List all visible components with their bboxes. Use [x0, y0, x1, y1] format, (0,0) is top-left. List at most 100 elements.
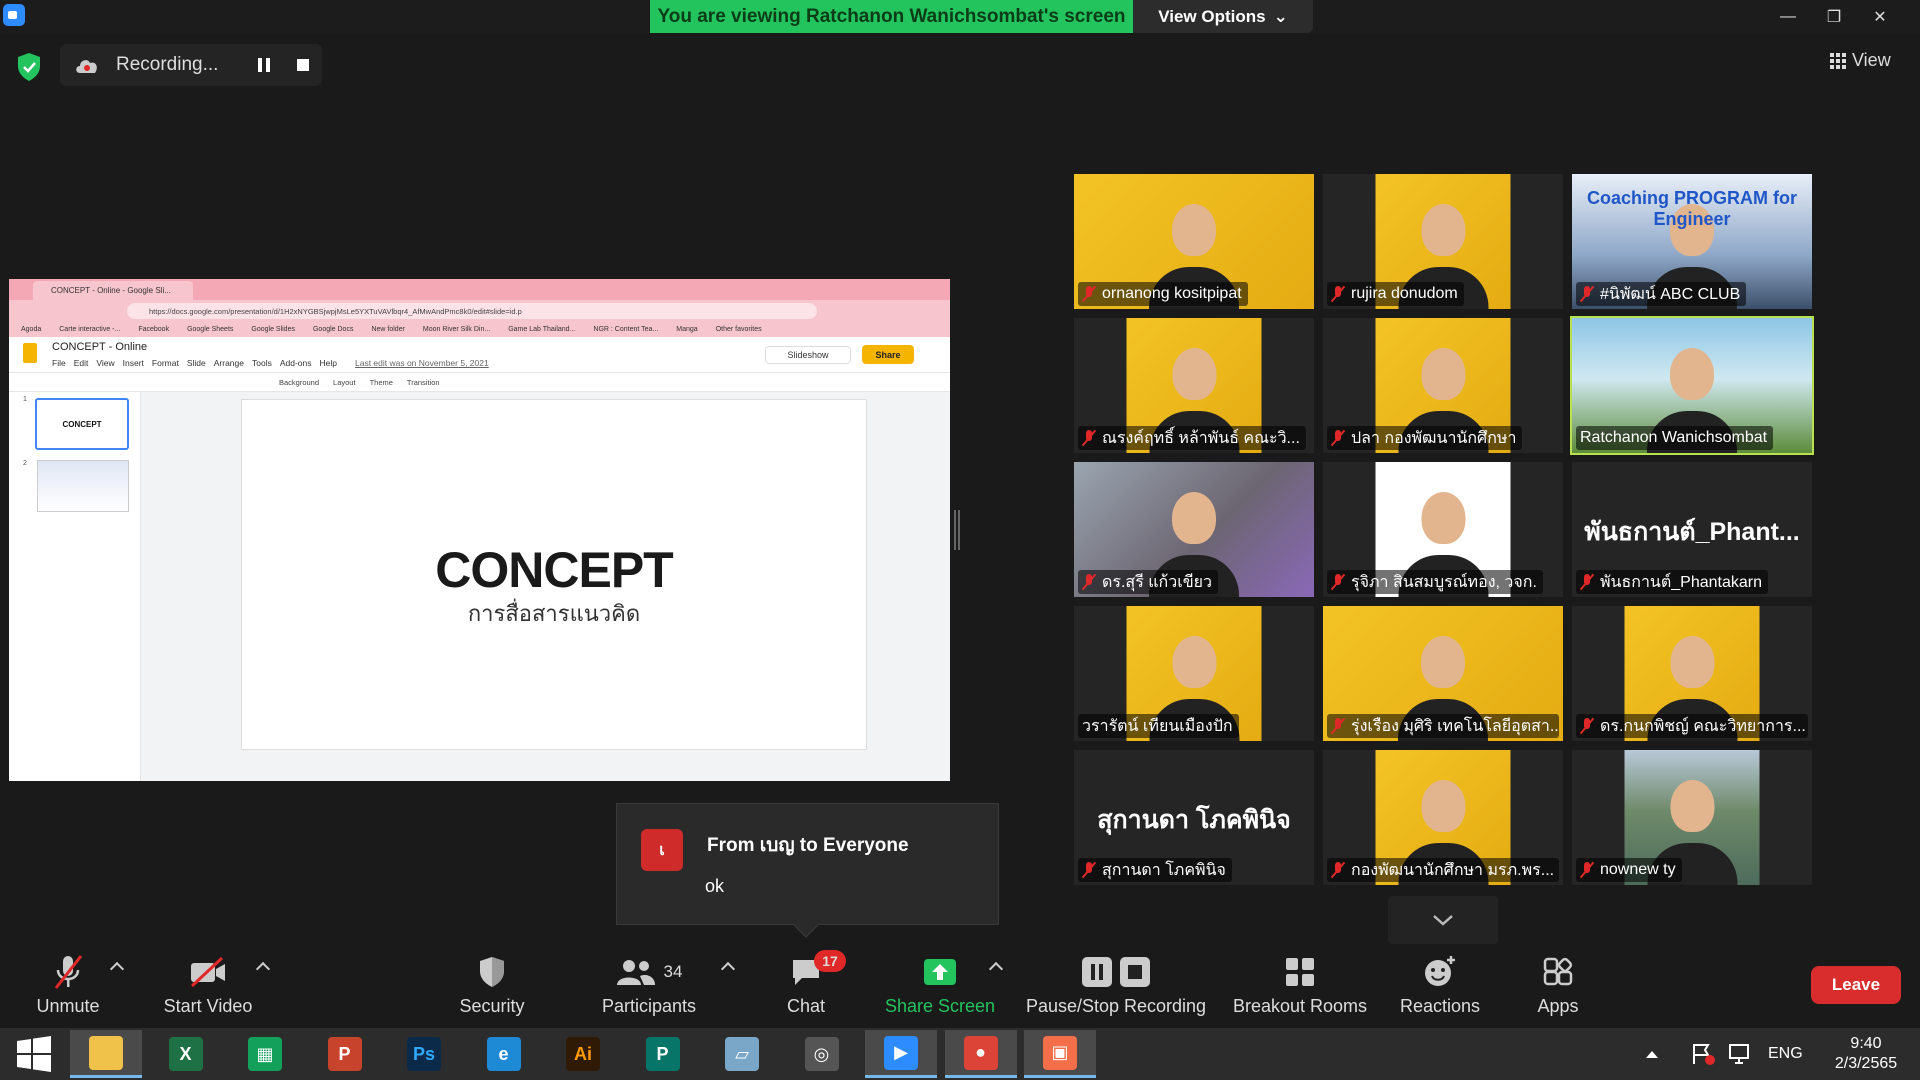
bookmark-item[interactable]: Manga	[676, 326, 697, 333]
menu-item[interactable]: Slide	[187, 358, 206, 368]
participants-button[interactable]: 34 Participants	[594, 952, 704, 1022]
menu-item[interactable]: Format	[152, 358, 179, 368]
video-overlay-text: Coaching PROGRAM for Engineer	[1587, 188, 1797, 229]
bookmark-item[interactable]: New folder	[371, 326, 404, 333]
slide-thumbnail-1[interactable]: CONCEPT	[35, 398, 129, 450]
audio-options-caret[interactable]	[109, 961, 125, 977]
menu-item[interactable]: Arrange	[214, 358, 244, 368]
encryption-shield-icon[interactable]	[16, 52, 42, 82]
taskbar-app-zoom[interactable]: ▶	[865, 1030, 937, 1078]
close-button[interactable]: ✕	[1857, 0, 1903, 33]
current-slide[interactable]: CONCEPT การสื่อสารแนวคิด	[241, 399, 867, 750]
bookmark-item[interactable]: Google Docs	[313, 326, 353, 333]
network-icon[interactable]	[1728, 1028, 1752, 1080]
unmute-button[interactable]: Unmute	[28, 952, 108, 1022]
bookmark-item[interactable]: Google Sheets	[187, 326, 233, 333]
participant-tile[interactable]: รุจิภา สินสมบูรณ์ทอง, วจก.	[1323, 462, 1563, 597]
chat-button[interactable]: 17 Chat	[776, 950, 846, 1022]
slide-thumbnail-2[interactable]	[37, 460, 129, 512]
muted-mic-icon	[1331, 573, 1345, 591]
bookmark-item[interactable]: Facebook	[138, 326, 169, 333]
address-field[interactable]: https://docs.google.com/presentation/d/1…	[127, 303, 817, 319]
participant-tile[interactable]: ปลา กองพัฒนานักศึกษา	[1323, 318, 1563, 453]
muted-mic-icon	[1331, 285, 1345, 303]
reactions-button[interactable]: Reactions	[1390, 952, 1490, 1022]
action-center-flag-icon[interactable]	[1690, 1028, 1716, 1080]
participant-tile[interactable]: rujira donudom	[1323, 174, 1563, 309]
participant-tile[interactable]: กองพัฒนานักศึกษา มรภ.พร...	[1323, 750, 1563, 885]
menu-item[interactable]: Help	[320, 358, 337, 368]
doc-title[interactable]: CONCEPT - Online	[52, 341, 147, 353]
taskbar-app-internet-explorer[interactable]: e	[468, 1030, 540, 1078]
menu-item[interactable]: Edit	[74, 358, 89, 368]
bookmark-item[interactable]: NGR : Content Tea...	[593, 326, 658, 333]
chat-notification[interactable]: เ From เบญ to Everyone ok	[616, 803, 999, 938]
taskbar-app-powerpoint[interactable]: P	[309, 1030, 381, 1078]
start-button[interactable]	[0, 1030, 68, 1078]
restore-button[interactable]: ❐	[1811, 0, 1857, 33]
view-layout-button[interactable]: View	[1830, 50, 1891, 71]
bookmark-item[interactable]: Google Slides	[251, 326, 295, 333]
view-options-button[interactable]: View Options ⌄	[1133, 0, 1313, 33]
slides-toolbar-item[interactable]: Background	[279, 378, 319, 387]
pause-recording-button[interactable]	[258, 58, 272, 72]
participant-tile[interactable]: รุ่งเรือง มุศิริ เทคโนโลยีอุตสา...	[1323, 606, 1563, 741]
slides-toolbar-item[interactable]: Theme	[370, 378, 393, 387]
slideshow-button[interactable]: Slideshow	[765, 346, 851, 364]
bookmark-item[interactable]: Moon River Silk Din...	[423, 326, 490, 333]
slides-toolbar-item[interactable]: Transition	[407, 378, 440, 387]
start-video-button[interactable]: Start Video	[158, 952, 258, 1022]
menu-item[interactable]: Insert	[123, 358, 144, 368]
participant-tile[interactable]: Coaching PROGRAM for Engineer #นิพัฒน์ AB…	[1572, 174, 1812, 309]
taskbar-app-photoshop[interactable]: Ps	[388, 1030, 460, 1078]
slides-toolbar-item[interactable]: Layout	[333, 378, 356, 387]
taskbar-app-chrome[interactable]: ●	[944, 1030, 1017, 1078]
participant-tile[interactable]: สุกานดา โภคพินิจ สุกานดา โภคพินิจ	[1074, 750, 1314, 885]
menu-item[interactable]: Tools	[252, 358, 272, 368]
shared-screen[interactable]: CONCEPT - Online - Google Sli... https:/…	[9, 279, 950, 781]
participant-tile[interactable]: ornanong kositpipat	[1074, 174, 1314, 309]
participant-tile[interactable]: ดร.สุรี แก้วเขียว	[1074, 462, 1314, 597]
share-screen-button[interactable]: Share Screen	[880, 952, 1000, 1022]
participant-tile[interactable]: nownew ty	[1572, 750, 1812, 885]
security-button[interactable]: Security	[452, 952, 532, 1022]
pause-stop-recording-button[interactable]: Pause/Stop Recording	[1024, 952, 1208, 1022]
participant-tile[interactable]: Ratchanon Wanichsombat	[1570, 316, 1814, 455]
participant-tile[interactable]: พันธกานต์_Phant... พันธกานต์_Phantakarn	[1572, 462, 1812, 597]
stop-recording-button[interactable]	[297, 59, 309, 71]
participants-options-caret[interactable]	[720, 961, 736, 977]
menu-item[interactable]: View	[96, 358, 114, 368]
apps-button[interactable]: Apps	[1518, 952, 1598, 1022]
menu-item[interactable]: Add-ons	[280, 358, 312, 368]
browser-tab[interactable]: CONCEPT - Online - Google Sli...	[33, 281, 193, 300]
security-label: Security	[459, 996, 525, 1016]
minimize-button[interactable]: —	[1765, 0, 1811, 33]
breakout-rooms-button[interactable]: Breakout Rooms	[1232, 952, 1368, 1022]
participant-tile[interactable]: ณรงค์ฤทธิ์ หล้าพันธ์ คณะวิ...	[1074, 318, 1314, 453]
input-language[interactable]: ENG	[1768, 1028, 1803, 1080]
menu-item[interactable]: File	[52, 358, 66, 368]
show-hidden-icons-button[interactable]	[1645, 1028, 1659, 1080]
leave-button[interactable]: Leave	[1811, 966, 1901, 1004]
taskbar-app-publisher[interactable]: P	[627, 1030, 699, 1078]
taskbar-app-notes-app[interactable]: ▱	[706, 1030, 778, 1078]
split-resize-handle[interactable]	[954, 510, 960, 550]
grid-scroll-down-button[interactable]	[1388, 896, 1498, 944]
bookmark-item[interactable]: Other favorites	[716, 326, 762, 333]
video-options-caret[interactable]	[255, 961, 271, 977]
bookmark-item[interactable]: Carte interactive -...	[59, 326, 120, 333]
taskbar-app-excel[interactable]: X	[150, 1030, 222, 1078]
taskbar-app-pic-app[interactable]: ▣	[1024, 1030, 1096, 1078]
bookmark-item[interactable]: Game Lab Thailand...	[508, 326, 575, 333]
share-doc-button[interactable]: Share	[862, 345, 914, 364]
bookmark-item[interactable]: Agoda	[21, 326, 41, 333]
taskbar-app-sheets-app[interactable]: ▦	[229, 1030, 301, 1078]
last-edit-link[interactable]: Last edit was on November 5, 2021	[355, 358, 489, 368]
participant-tile[interactable]: วรารัตน์ เทียนเมืองปัก	[1074, 606, 1314, 741]
participant-tile[interactable]: ดร.กนกพิชญ์ คณะวิทยาการ...	[1572, 606, 1812, 741]
taskbar-clock[interactable]: 9:40 2/3/2565	[1820, 1034, 1912, 1074]
taskbar-app-illustrator[interactable]: Ai	[547, 1030, 619, 1078]
taskbar-app-photoscape[interactable]: ◎	[786, 1030, 858, 1078]
taskbar-app-file-explorer[interactable]	[70, 1030, 142, 1078]
participant-name: ดร.สุรี แก้วเขียว	[1102, 573, 1212, 591]
